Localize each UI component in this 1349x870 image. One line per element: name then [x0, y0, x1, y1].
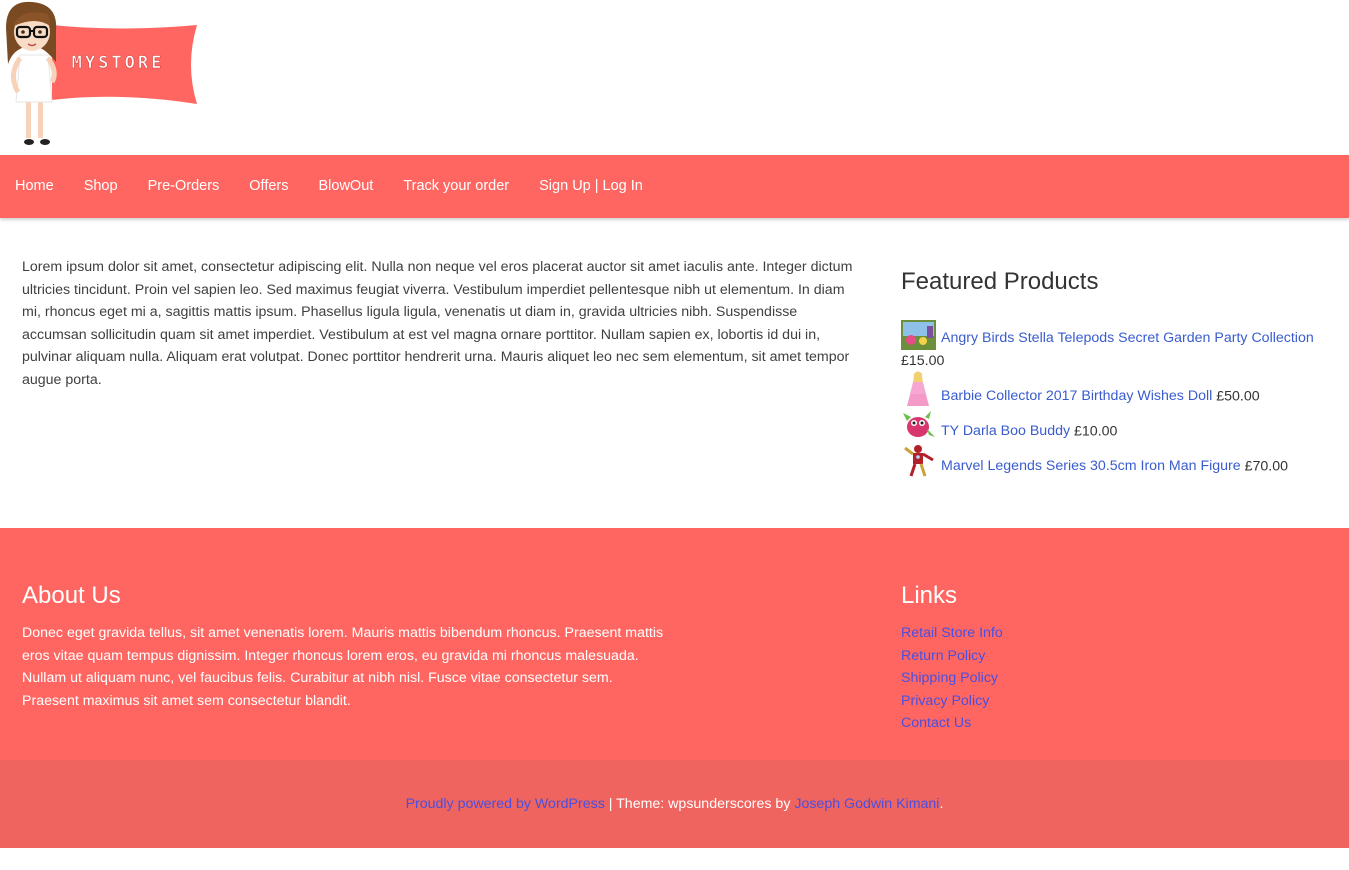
action-figure-thumbnail-icon [901, 444, 936, 478]
plush-dragon-thumbnail-icon [901, 410, 936, 443]
product-link[interactable]: Marvel Legends Series 30.5cm Iron Man Fi… [901, 444, 1245, 477]
product-link[interactable]: Angry Birds Stella Telepods Secret Garde… [901, 320, 1314, 350]
logo-text: MYSTORE [72, 53, 165, 73]
product-item: TY Darla Boo Buddy £10.00 [901, 410, 1331, 443]
store-logo[interactable]: MYSTORE [0, 0, 200, 150]
product-list: Angry Birds Stella Telepods Secret Garde… [901, 320, 1331, 478]
footer-link-shipping-policy[interactable]: Shipping Policy [901, 670, 998, 686]
product-link[interactable]: Barbie Collector 2017 Birthday Wishes Do… [901, 371, 1216, 406]
intro-text: Lorem ipsum dolor sit amet, consectetur … [22, 259, 853, 388]
product-price: £10.00 [1074, 423, 1118, 439]
product-item: Angry Birds Stella Telepods Secret Garde… [901, 320, 1331, 373]
footer-link-return-policy[interactable]: Return Policy [901, 648, 985, 664]
featured-products-widget: Featured Products Angry Birds Stella Tel… [901, 266, 1331, 483]
product-price: £50.00 [1216, 388, 1260, 404]
product-link[interactable]: TY Darla Boo Buddy [901, 410, 1074, 439]
footer-link-retail-store-info[interactable]: Retail Store Info [901, 625, 1003, 641]
nav-item-blowout[interactable]: BlowOut [319, 155, 374, 218]
toy-playset-thumbnail-icon [901, 320, 936, 350]
product-item: Marvel Legends Series 30.5cm Iron Man Fi… [901, 444, 1331, 478]
wordpress-credit-link[interactable]: Proudly powered by WordPress [406, 796, 605, 812]
nav-item-home[interactable]: Home [15, 155, 54, 218]
footer-widgets: About Us Donec eget gravida tellus, sit … [0, 528, 1349, 760]
links-widget: Links Retail Store Info Return Policy Sh… [901, 580, 1301, 735]
site-info: Proudly powered by WordPress | Theme: wp… [0, 760, 1349, 848]
nav-item-pre-orders[interactable]: Pre-Orders [148, 155, 220, 218]
nav-item-signup-login[interactable]: Sign Up | Log In [539, 155, 643, 218]
footer-link-privacy-policy[interactable]: Privacy Policy [901, 693, 989, 709]
nav-item-offers[interactable]: Offers [249, 155, 288, 218]
about-us-widget: About Us Donec eget gravida tellus, sit … [22, 580, 672, 712]
main-navigation: Home Shop Pre-Orders Offers BlowOut Trac… [0, 155, 1349, 218]
main-content: Lorem ipsum dolor sit amet, consectetur … [0, 218, 1349, 528]
product-name: Angry Birds Stella Telepods Secret Garde… [941, 330, 1314, 347]
footer-link-contact-us[interactable]: Contact Us [901, 715, 971, 731]
links-title: Links [901, 582, 958, 609]
product-name: Marvel Legends Series 30.5cm Iron Man Fi… [941, 458, 1241, 474]
theme-author-link[interactable]: Joseph Godwin Kimani [794, 796, 939, 812]
product-price: £15.00 [901, 353, 945, 369]
product-price: £70.00 [1244, 458, 1289, 474]
theme-credit-text: | Theme: wpsunderscores by [604, 796, 795, 812]
product-name: TY Darla Boo Buddy [941, 423, 1071, 439]
site-header: MYSTORE [0, 0, 1349, 155]
nav-item-shop[interactable]: Shop [84, 155, 118, 218]
about-us-title: About Us [22, 582, 121, 609]
nav-item-track-order[interactable]: Track your order [403, 155, 509, 218]
about-us-text: Donec eget gravida tellus, sit amet vene… [22, 625, 664, 709]
logo-girl-banner-icon: MYSTORE [6, 1, 197, 145]
footer-links-list: Retail Store Info Return Policy Shipping… [901, 622, 1301, 735]
featured-products-title: Featured Products [901, 268, 1099, 295]
product-item: Barbie Collector 2017 Birthday Wishes Do… [901, 371, 1331, 408]
doll-thumbnail-icon [901, 371, 936, 408]
product-name: Barbie Collector 2017 Birthday Wishes Do… [941, 388, 1213, 404]
credit-end: . [939, 796, 944, 812]
